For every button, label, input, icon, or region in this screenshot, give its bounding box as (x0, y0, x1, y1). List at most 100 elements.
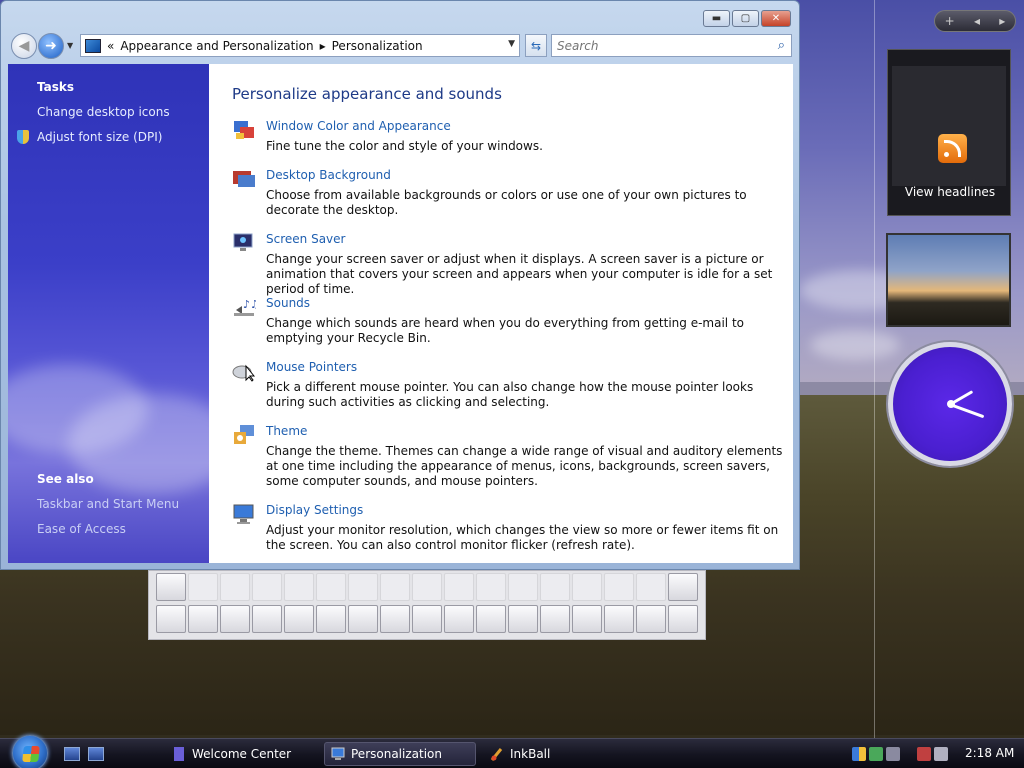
taskbar-item-label: Welcome Center (192, 747, 292, 761)
show-desktop-icon[interactable] (64, 747, 80, 761)
display-settings-icon (233, 504, 254, 524)
slideshow-gadget[interactable] (886, 233, 1011, 327)
keypad-key[interactable] (668, 605, 698, 633)
taskbar-clock[interactable]: 2:18 AM (965, 746, 1014, 760)
feed-gadget-label[interactable]: View headlines (888, 185, 1012, 199)
keypad-key[interactable] (508, 605, 538, 633)
start-button[interactable] (12, 735, 48, 768)
search-input[interactable] (552, 35, 762, 56)
address-bar[interactable]: « Appearance and Personalization ▸ Perso… (80, 34, 520, 57)
breadcrumb-personalization[interactable]: Personalization (332, 39, 423, 53)
taskbar-item-label: InkBall (510, 747, 551, 761)
keypad-key (444, 573, 474, 601)
display-settings-description: Adjust your monitor resolution, which ch… (266, 523, 779, 552)
keypad-key (636, 573, 666, 601)
windows-defender-icon[interactable] (869, 747, 883, 761)
taskbar-item-personalization[interactable]: Personalization (324, 742, 476, 766)
keypad-key[interactable] (156, 573, 186, 601)
desktop-background-link[interactable]: Desktop Background (266, 168, 391, 182)
taskbar: Welcome Center Personalization InkBall 2… (0, 735, 1024, 768)
refresh-button[interactable]: ⇆ (525, 34, 547, 57)
switch-windows-icon[interactable] (88, 747, 104, 761)
keypad-key[interactable] (444, 605, 474, 633)
personalization-window: ▬ ▢ ✕ ◀ ➜ ▼ « Appearance and Personaliza… (0, 0, 800, 570)
keypad-key (316, 573, 346, 601)
taskbar-item-welcome-center[interactable]: Welcome Center (166, 742, 316, 766)
theme-icon (234, 425, 254, 444)
feed-headlines-gadget[interactable]: View headlines (887, 49, 1011, 216)
previous-gadgets-button[interactable]: ◂ (974, 14, 980, 28)
desktop-background-icon (233, 171, 255, 187)
feed-gadget-panel (892, 66, 1006, 186)
mouse-pointers-link[interactable]: Mouse Pointers (266, 360, 357, 374)
add-gadget-button[interactable]: + (945, 14, 955, 28)
keypad-key (220, 573, 250, 601)
tasks-heading: Tasks (37, 80, 75, 94)
keypad-key[interactable] (540, 605, 570, 633)
forward-button[interactable]: ➜ (38, 33, 64, 59)
keypad-key[interactable] (284, 605, 314, 633)
keypad-key[interactable] (188, 605, 218, 633)
sounds-link[interactable]: Sounds (266, 296, 310, 310)
keypad-key (508, 573, 538, 601)
keypad-key[interactable] (348, 605, 378, 633)
onscreen-keypad (148, 570, 706, 640)
search-icon[interactable]: ⌕ (778, 38, 785, 53)
keypad-key[interactable] (476, 605, 506, 633)
mouse-pointer-icon (232, 364, 256, 382)
refresh-icon: ⇆ (530, 38, 542, 53)
keypad-key[interactable] (412, 605, 442, 633)
screen-saver-link[interactable]: Screen Saver (266, 232, 345, 246)
back-button[interactable]: ◀ (11, 33, 37, 59)
keypad-key (540, 573, 570, 601)
maximize-button[interactable]: ▢ (732, 10, 759, 27)
ease-of-access-link[interactable]: Ease of Access (37, 522, 126, 536)
volume-muted-icon[interactable] (934, 747, 948, 761)
breadcrumb-appearance[interactable]: Appearance and Personalization (120, 39, 313, 53)
address-dropdown-icon[interactable]: ▼ (508, 39, 515, 49)
task-pane: Tasks Change desktop icons Adjust font s… (8, 64, 209, 563)
security-shield-icon[interactable] (852, 747, 866, 761)
keypad-key[interactable] (316, 605, 346, 633)
keypad-key[interactable] (156, 605, 186, 633)
keypad-key[interactable] (380, 605, 410, 633)
keypad-key[interactable] (636, 605, 666, 633)
address-chevrons[interactable]: « (107, 39, 114, 53)
screen-saver-icon (233, 233, 253, 251)
taskbar-item-inkball[interactable]: InkBall (484, 742, 634, 766)
keypad-key[interactable] (668, 573, 698, 601)
keypad-key (604, 573, 634, 601)
sidebar-divider (874, 0, 875, 738)
network-icon[interactable] (886, 747, 900, 761)
mouse-pointers-description: Pick a different mouse pointer. You can … (266, 380, 754, 409)
network-disconnected-icon[interactable] (917, 747, 931, 761)
screen-saver-description: Change your screen saver or adjust when … (266, 252, 773, 296)
keypad-key (284, 573, 314, 601)
close-button[interactable]: ✕ (761, 10, 791, 27)
clock-gadget[interactable] (888, 342, 1012, 466)
keypad-key[interactable] (572, 605, 602, 633)
change-desktop-icons-link[interactable]: Change desktop icons (37, 105, 170, 119)
minimize-button[interactable]: ▬ (703, 10, 730, 27)
next-gadgets-button[interactable]: ▸ (999, 14, 1005, 28)
theme-link[interactable]: Theme (266, 424, 307, 438)
keypad-key[interactable] (604, 605, 634, 633)
keypad-key (380, 573, 410, 601)
taskbar-start-menu-link[interactable]: Taskbar and Start Menu (37, 497, 179, 511)
rss-icon (938, 134, 967, 163)
forward-arrow-icon: ➜ (45, 38, 57, 54)
keypad-key[interactable] (252, 605, 282, 633)
adjust-font-size-link[interactable]: Adjust font size (DPI) (37, 130, 162, 144)
window-color-link[interactable]: Window Color and Appearance (266, 119, 451, 133)
back-arrow-icon: ◀ (18, 38, 30, 54)
keypad-key (476, 573, 506, 601)
recent-pages-dropdown[interactable]: ▼ (67, 41, 73, 50)
see-also-heading: See also (37, 472, 94, 486)
theme-description: Change the theme. Themes can change a wi… (266, 444, 783, 488)
keypad-key[interactable] (220, 605, 250, 633)
breadcrumb-separator[interactable]: ▸ (320, 39, 326, 53)
window-color-description: Fine tune the color and style of your wi… (266, 139, 543, 153)
display-settings-link[interactable]: Display Settings (266, 503, 363, 517)
keypad-key (252, 573, 282, 601)
desktop-background-description: Choose from available backgrounds or col… (266, 188, 747, 217)
